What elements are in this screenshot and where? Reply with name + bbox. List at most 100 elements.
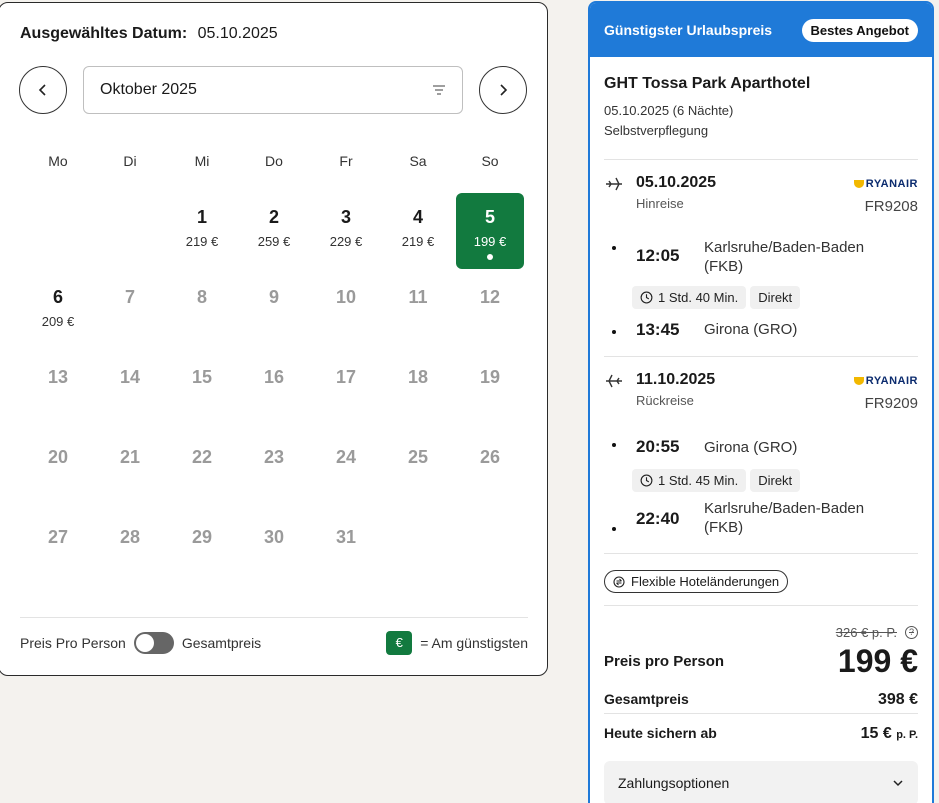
next-month-button[interactable] xyxy=(479,66,527,114)
total-price-row: Gesamtpreis 398 € xyxy=(604,691,918,709)
airline-name: RYANAIR xyxy=(865,178,918,190)
payment-options-label: Zahlungsoptionen xyxy=(618,775,730,791)
day-number: 1 xyxy=(196,207,207,227)
flight-date: 11.10.2025 xyxy=(636,371,716,388)
swap-circle-icon xyxy=(613,575,625,588)
selected-date-label: Ausgewähltes Datum: xyxy=(20,25,188,42)
flight-direction: Hinreise xyxy=(636,196,684,211)
day-cell: 15 xyxy=(166,353,238,433)
price-mode-toggle[interactable] xyxy=(133,631,174,654)
empty-day-cell xyxy=(22,193,94,273)
cheapest-legend: € = Am günstigsten xyxy=(386,630,528,655)
weekday-label: Mi xyxy=(194,153,210,169)
weekday-label: Sa xyxy=(409,153,427,169)
weekday-label: So xyxy=(481,153,499,169)
day-number: 19 xyxy=(479,367,501,387)
day-number: 31 xyxy=(335,527,357,547)
day-cell[interactable]: 6 209 € xyxy=(22,273,94,353)
day-cell: 16 xyxy=(238,353,310,433)
day-cell: 13 xyxy=(22,353,94,433)
weekday-label: Fr xyxy=(339,153,353,169)
day-cell: 22 xyxy=(166,433,238,513)
day-cell[interactable]: 2 259 € xyxy=(238,193,310,273)
selected-date-value: 05.10.2025 xyxy=(197,25,278,42)
euro-badge: € xyxy=(386,630,413,655)
day-cell: 29 xyxy=(166,513,238,593)
route-dot xyxy=(612,527,616,531)
day-cell: 26 xyxy=(454,433,526,513)
chevron-down-icon xyxy=(893,780,903,787)
day-cell[interactable]: 3 229 € xyxy=(310,193,382,273)
day-number: 29 xyxy=(191,527,213,547)
offer-header-title: Günstigster Urlaubspreis xyxy=(604,22,773,38)
hotel-info: GHT Tossa Park Aparthotel 05.10.2025 (6 … xyxy=(590,57,932,141)
day-number: 30 xyxy=(263,527,285,547)
flexible-hotel-changes-label: Flexible Hoteländerungen xyxy=(631,574,780,589)
prev-month-button[interactable] xyxy=(19,66,67,114)
plane-departure-icon xyxy=(606,177,622,191)
day-price: 209 € xyxy=(41,314,75,329)
month-select[interactable]: Oktober 2025 xyxy=(83,66,463,114)
day-cell[interactable]: 4 219 € xyxy=(382,193,454,273)
board-type: Selbstverpflegung xyxy=(604,123,709,138)
day-cell[interactable]: 5 199 € xyxy=(456,193,524,269)
day-price: 219 € xyxy=(401,234,435,249)
day-cell[interactable]: 1 219 € xyxy=(166,193,238,273)
day-cell: 10 xyxy=(310,273,382,353)
day-cell: 9 xyxy=(238,273,310,353)
old-price: 326 € p. P. ? xyxy=(836,625,918,640)
direct-chip: Direkt xyxy=(750,469,801,492)
best-offer-badge: Bestes Angebot xyxy=(801,18,918,42)
day-number: 28 xyxy=(119,527,141,547)
calendar-grid: 1 219 € 2 259 € 3 229 € 4 219 € 5 199 € 6 209 € 7 8 9 1… xyxy=(22,193,526,593)
flexible-hotel-changes-button[interactable]: Flexible Hoteländerungen xyxy=(604,570,789,593)
day-number: 16 xyxy=(263,367,285,387)
day-number: 3 xyxy=(340,207,351,227)
total-toggle-label: Gesamtpreis xyxy=(181,634,262,651)
route-dot xyxy=(612,330,616,334)
divider xyxy=(604,713,918,714)
arrival-airport: Girona (GRO) xyxy=(704,321,798,338)
day-number: 15 xyxy=(191,367,213,387)
day-number: 25 xyxy=(407,447,429,467)
month-select-value: Oktober 2025 xyxy=(100,81,197,98)
day-price: 259 € xyxy=(257,234,291,249)
deposit-label: Heute sichern ab xyxy=(604,725,717,741)
day-cell: 17 xyxy=(310,353,382,433)
help-icon[interactable]: ? xyxy=(905,626,918,639)
stay-dates: 05.10.2025 (6 Nächte) xyxy=(604,103,734,118)
old-price-text: 326 € p. P. xyxy=(835,625,897,640)
day-number: 5 xyxy=(484,207,495,227)
day-number: 2 xyxy=(268,207,279,227)
calendar-footer: Preis Pro Person Gesamtpreis € = Am güns… xyxy=(20,617,528,667)
deposit-price: 15 € p. P. xyxy=(861,725,918,743)
flight-chips: 1 Std. 45 Min. Direkt xyxy=(632,469,801,492)
day-number: 4 xyxy=(412,207,423,227)
per-person-price-row: Preis pro Person 199 € xyxy=(604,643,918,680)
day-number: 18 xyxy=(407,367,429,387)
divider xyxy=(604,553,918,554)
legend-text: = Am günstigsten xyxy=(420,634,528,651)
payment-options-dropdown[interactable]: Zahlungsoptionen xyxy=(604,761,918,803)
departure-airport: Karlsruhe/Baden-Baden (FKB) xyxy=(704,239,865,275)
day-number: 7 xyxy=(124,287,135,307)
airline-logo: RYANAIR xyxy=(853,375,918,387)
day-cell: 23 xyxy=(238,433,310,513)
day-number: 9 xyxy=(268,287,279,307)
day-price: 229 € xyxy=(329,234,363,249)
arrival-time: 22:40 xyxy=(636,509,680,528)
day-cell: 7 xyxy=(94,273,166,353)
day-cell: 18 xyxy=(382,353,454,433)
weekday-label: Do xyxy=(265,153,283,169)
hotel-name: GHT Tossa Park Aparthotel xyxy=(604,75,811,92)
deposit-amount: 15 € xyxy=(860,725,892,742)
day-number: 24 xyxy=(335,447,357,467)
return-flight: 11.10.2025 Rückreise RYANAIR FR9209 20:5… xyxy=(590,357,932,553)
day-cell: 30 xyxy=(238,513,310,593)
day-price: 219 € xyxy=(185,234,219,249)
total-label: Gesamtpreis xyxy=(604,691,689,707)
flight-date: 05.10.2025 xyxy=(636,174,717,191)
total-price: 398 € xyxy=(877,691,918,708)
empty-day-cell xyxy=(94,193,166,273)
arrival-time: 13:45 xyxy=(636,320,680,339)
